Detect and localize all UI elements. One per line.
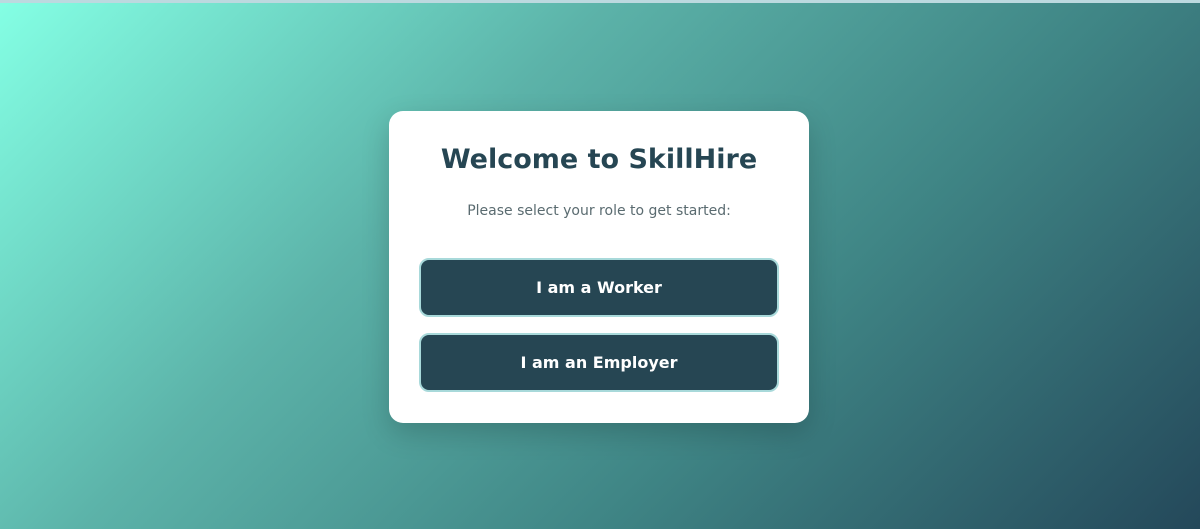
role-selection-card: Welcome to SkillHire Please select your … (389, 111, 809, 423)
page-title: Welcome to SkillHire (440, 144, 758, 175)
worker-role-button[interactable]: I am a Worker (419, 258, 779, 317)
page-subtitle: Please select your role to get started: (467, 203, 731, 219)
employer-role-button[interactable]: I am an Employer (419, 333, 779, 392)
browser-top-strip (0, 0, 1200, 3)
